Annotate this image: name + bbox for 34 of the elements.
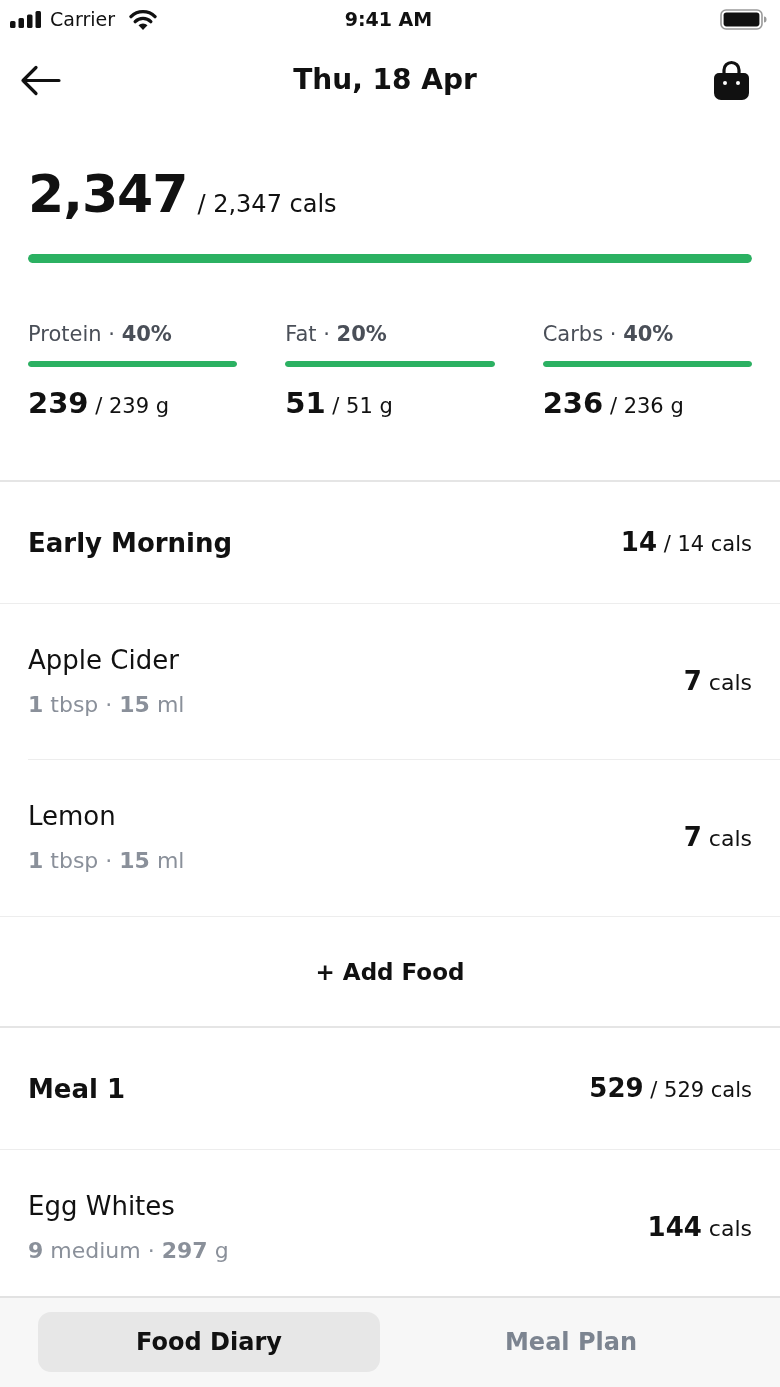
date-title: Thu, 18 Apr <box>293 62 477 98</box>
carrier-name: Carrier <box>50 7 115 31</box>
shopping-bag-icon <box>713 60 750 100</box>
macro-amount: 236 / 236 g <box>542 385 684 422</box>
shopping-bag-button[interactable] <box>713 60 750 100</box>
back-arrow-icon <box>20 64 61 96</box>
food-name: Egg Whites <box>28 1190 175 1223</box>
battery-icon <box>720 8 767 30</box>
food-portion: 9 medium · 297 g <box>28 1237 229 1265</box>
clock-time: 9:41 AM <box>344 7 433 31</box>
signal-icon <box>10 10 42 28</box>
meal-calories: 529 / 529 cals <box>589 1071 752 1105</box>
tab[interactable]: Meal Plan <box>400 1312 742 1372</box>
food-name: Apple Cider <box>28 643 179 677</box>
macro-amount: 51 / 51 g <box>285 385 393 422</box>
meal-title: Early Morning <box>28 526 233 560</box>
food-portion: 1 tbsp · 15 ml <box>28 847 185 875</box>
food-name: Lemon <box>28 800 116 833</box>
macro-label: Carbs · 40% <box>542 321 674 348</box>
food-calories: 7 cals <box>683 664 752 698</box>
tab[interactable]: Food Diary <box>38 1312 380 1372</box>
wifi-icon <box>129 8 157 30</box>
food-calories: 144 cals <box>647 1211 752 1244</box>
macro-label: Fat · 20% <box>285 321 387 348</box>
meal-title: Meal 1 <box>28 1072 126 1106</box>
macro-label: Protein · 40% <box>28 321 172 348</box>
meal-calories: 14 / 14 cals <box>620 525 752 559</box>
calories-consumed: 2,347 <box>28 163 188 226</box>
add-food-button[interactable]: + Add Food <box>307 954 473 989</box>
macro-amount: 239 / 239 g <box>28 385 170 422</box>
food-portion: 1 tbsp · 15 ml <box>28 690 185 719</box>
calories-target: / 2,347 cals <box>197 189 337 220</box>
food-calories: 7 cals <box>683 821 752 854</box>
back-button[interactable] <box>20 64 61 96</box>
